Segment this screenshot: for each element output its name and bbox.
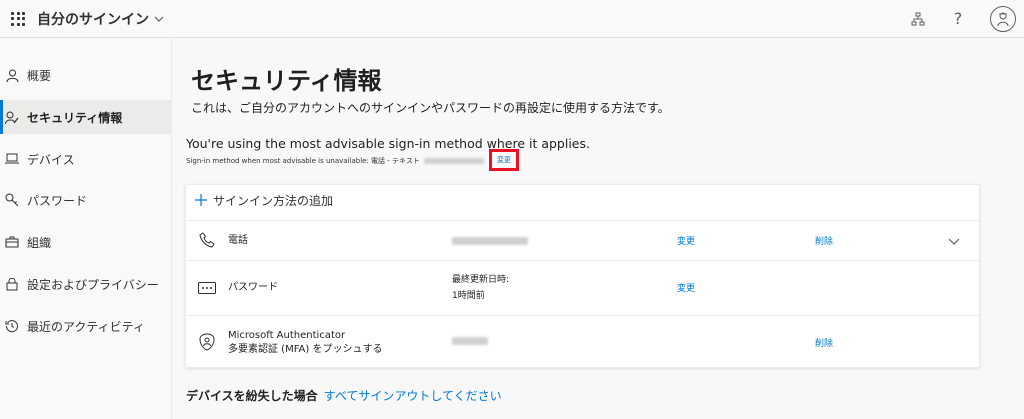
sidebar-item-label: デバイス [27,152,75,167]
redacted-device-name [452,337,488,345]
sidebar-item-devices[interactable]: デバイス [0,142,172,176]
lost-device-section: デバイスを紛失した場合 すべてサインアウトしてください [186,387,502,404]
method-description: 多要素認証 (MFA) をプッシュする [228,344,383,355]
last-updated-label: 最終更新日時: [452,275,510,285]
sidebar-item-organizations[interactable]: 組織 [0,225,172,259]
advisable-fallback: Sign-in method when most advisable is un… [186,156,484,166]
lost-device-label: デバイスを紛失した場合 [186,389,318,403]
phone-delete-link[interactable]: 削除 [815,234,833,247]
method-row-password: パスワード 最終更新日時: 1時間前 変更 [186,260,981,315]
redacted-phone-number [452,237,528,245]
chevron-down-icon[interactable] [948,235,960,247]
laptop-icon [5,152,19,166]
help-icon[interactable]: ? [950,11,966,27]
app-title: 自分のサインイン [37,11,149,28]
page-title: セキュリティ情報 [191,67,382,95]
sidebar-item-password[interactable]: パスワード [0,183,172,217]
sidebar-item-settings-privacy[interactable]: 設定およびプライバシー [0,267,172,301]
history-icon [5,319,19,333]
add-method-button[interactable]: サインイン方法の追加 [186,185,981,215]
security-info-icon [5,110,19,124]
sidebar-item-label: 最近のアクティビティ [27,319,145,334]
method-row-phone: 電話 変更 削除 [186,220,981,260]
authenticator-icon [198,333,216,351]
top-bar: 自分のサインイン ? [0,0,1024,38]
page-description: これは、ご自分のアカウントへのサインインやパスワードの再設定に使用する方法です。 [191,101,670,115]
method-name: 電話 [228,235,248,246]
org-chart-icon[interactable] [910,11,926,27]
sidebar-item-overview[interactable]: 概要 [0,58,172,92]
key-icon [5,193,19,207]
sidebar-item-label: 設定およびプライバシー [27,277,159,292]
default-method-change-link[interactable]: 変更 [497,155,511,165]
phone-icon [198,231,216,249]
sidebar-item-label: パスワード [27,193,88,208]
avatar[interactable] [990,6,1016,32]
avatar-icon [997,12,1009,27]
add-method-label: サインイン方法の追加 [213,193,334,208]
sidebar-item-label: セキュリティ情報 [27,110,123,125]
authenticator-delete-link[interactable]: 削除 [815,336,833,349]
sidebar-item-label: 組織 [27,235,52,250]
highlight-box: 変更 [489,149,519,171]
password-change-link[interactable]: 変更 [677,281,695,294]
sidebar-item-label: 概要 [27,68,52,83]
method-row-authenticator: Microsoft Authenticator 多要素認証 (MFA) をプッシ… [186,315,981,368]
sign-out-everywhere-link[interactable]: すべてサインアウトしてください [324,387,502,404]
person-icon [5,68,19,82]
sidebar: 概要 セキュリティ情報 デバイス パスワード 組織 設定およびプライバシー 最近… [0,39,172,419]
method-name: パスワード [228,282,278,293]
advisable-message: You're using the most advisable sign-in … [186,136,590,151]
chevron-down-icon[interactable] [153,13,165,25]
last-updated-value: 1時間前 [452,291,485,301]
main-content: セキュリティ情報 これは、ご自分のアカウントへのサインインやパスワードの再設定に… [173,39,1024,419]
methods-card: サインイン方法の追加 電話 変更 削除 パスワード 最終更新日時: 1時間前 変… [185,184,981,368]
sidebar-item-recent-activity[interactable]: 最近のアクティビティ [0,309,172,343]
method-name: Microsoft Authenticator [228,330,346,341]
advisable-fallback-text: Sign-in method when most advisable is un… [186,157,420,165]
password-dots-icon [198,279,216,297]
phone-change-link[interactable]: 変更 [677,234,695,247]
sidebar-item-security-info[interactable]: セキュリティ情報 [0,100,172,134]
briefcase-icon [5,235,19,249]
lock-icon [5,277,19,291]
plus-icon [195,194,207,206]
redacted-phone [423,158,484,164]
waffle-icon[interactable] [11,11,25,26]
